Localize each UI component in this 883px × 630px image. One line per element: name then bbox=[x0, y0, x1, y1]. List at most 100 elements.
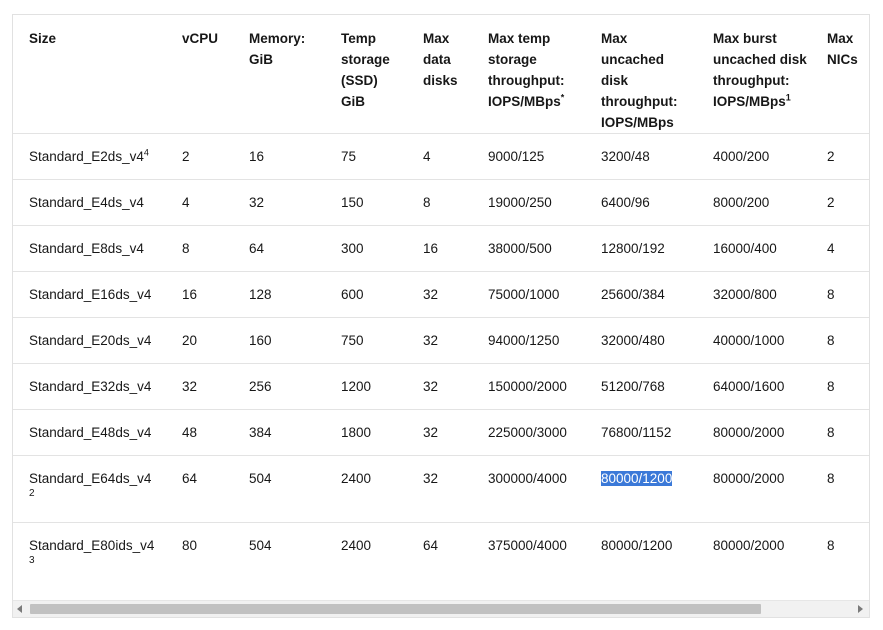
cell-burst-throughput: 4000/200 bbox=[713, 133, 827, 180]
cell-temp-throughput: 9000/125 bbox=[488, 133, 601, 180]
cell-vcpu: 16 bbox=[182, 271, 249, 318]
cell-size: Standard_E4ds_v4 bbox=[13, 179, 182, 226]
cell-uncached-throughput: 12800/192 bbox=[601, 225, 713, 272]
cell-temp-storage: 1200 bbox=[341, 363, 423, 410]
table-row: Standard_E64ds_v4 2 64 504 2400 32 300000… bbox=[13, 455, 869, 523]
cell-memory: 32 bbox=[249, 179, 341, 226]
cell-memory: 256 bbox=[249, 363, 341, 410]
header-temp-storage: Temp storage (SSD) GiB bbox=[341, 15, 423, 134]
table-header-row: Size vCPU Memory: GiB Temp storage (SSD)… bbox=[13, 15, 869, 134]
cell-max-data-disks: 8 bbox=[423, 179, 488, 226]
cell-burst-throughput: 80000/2000 bbox=[713, 409, 827, 456]
cell-temp-throughput: 94000/1250 bbox=[488, 317, 601, 364]
cell-size: Standard_E48ds_v4 bbox=[13, 409, 182, 456]
cell-temp-storage: 750 bbox=[341, 317, 423, 364]
cell-temp-storage: 600 bbox=[341, 271, 423, 318]
cell-burst-throughput: 16000/400 bbox=[713, 225, 827, 272]
cell-max-nics: 2 bbox=[827, 133, 869, 180]
cell-burst-throughput: 8000/200 bbox=[713, 179, 827, 226]
cell-burst-throughput: 80000/2000 bbox=[713, 455, 827, 523]
cell-temp-storage: 75 bbox=[341, 133, 423, 180]
cell-vcpu: 32 bbox=[182, 363, 249, 410]
cell-vcpu: 2 bbox=[182, 133, 249, 180]
cell-vcpu: 80 bbox=[182, 538, 198, 553]
cell-vcpu: 4 bbox=[182, 179, 249, 226]
cell-vcpu: 20 bbox=[182, 317, 249, 364]
footnote-marker: 3 bbox=[29, 555, 35, 566]
cell-temp-throughput: 375000/4000 bbox=[488, 538, 567, 553]
header-max-data-disks: Max data disks bbox=[423, 15, 488, 134]
table-row: Standard_E16ds_v4 16 128 600 32 75000/10… bbox=[13, 271, 869, 318]
cell-size: Standard_E80ids_v4 3 bbox=[13, 523, 182, 590]
cell-max-data-disks: 32 bbox=[423, 363, 488, 410]
cell-size: Standard_E8ds_v4 bbox=[13, 225, 182, 272]
cell-max-nics: 8 bbox=[827, 271, 869, 318]
cell-max-nics: 4 bbox=[827, 225, 869, 272]
cell-max-data-disks: 32 bbox=[423, 409, 488, 456]
cell-size: Standard_E20ds_v4 bbox=[13, 317, 182, 364]
horizontal-scrollbar[interactable] bbox=[13, 600, 869, 617]
cell-memory: 128 bbox=[249, 271, 341, 318]
cell-size: Standard_E32ds_v4 bbox=[13, 363, 182, 410]
cell-max-nics: 2 bbox=[827, 179, 869, 226]
cell-uncached-throughput: 76800/1152 bbox=[601, 409, 713, 456]
cell-memory: 16 bbox=[249, 133, 341, 180]
cell-temp-throughput: 300000/4000 bbox=[488, 455, 601, 523]
cell-vcpu: 64 bbox=[182, 455, 249, 523]
cell-uncached-throughput: 80000/1200 bbox=[601, 455, 713, 523]
header-memory: Memory: GiB bbox=[249, 15, 341, 134]
cell-temp-storage: 2400 bbox=[341, 538, 372, 553]
cell-temp-throughput: 19000/250 bbox=[488, 179, 601, 226]
footnote-marker: 4 bbox=[143, 147, 149, 158]
table-row: Standard_E8ds_v4 8 64 300 16 38000/500 1… bbox=[13, 225, 869, 272]
table-row: Standard_E20ds_v4 20 160 750 32 94000/12… bbox=[13, 317, 869, 364]
cell-uncached-throughput: 25600/384 bbox=[601, 271, 713, 318]
scroll-right-arrow-icon[interactable] bbox=[858, 605, 863, 613]
cell-max-data-disks: 64 bbox=[423, 538, 439, 553]
cell-temp-throughput: 38000/500 bbox=[488, 225, 601, 272]
cell-max-nics: 8 bbox=[827, 409, 869, 456]
table-row: Standard_E48ds_v4 48 384 1800 32 225000/… bbox=[13, 409, 869, 456]
cell-size: Standard_E16ds_v4 bbox=[13, 271, 182, 318]
cell-size: Standard_E2ds_v44 bbox=[13, 133, 182, 180]
cell-memory: 64 bbox=[249, 225, 341, 272]
scrollbar-thumb[interactable] bbox=[30, 604, 761, 614]
cell-temp-throughput: 150000/2000 bbox=[488, 363, 601, 410]
table-row: Standard_E2ds_v44 2 16 75 4 9000/125 320… bbox=[13, 133, 869, 180]
cell-burst-throughput: 40000/1000 bbox=[713, 317, 827, 364]
cell-vcpu: 8 bbox=[182, 225, 249, 272]
cell-temp-storage: 2400 bbox=[341, 455, 423, 523]
cell-max-nics: 8 bbox=[827, 317, 869, 364]
footnote-marker: * bbox=[560, 92, 565, 103]
header-max-uncached-throughput: Max uncached disk throughput: IOPS/MBps bbox=[601, 15, 713, 134]
cell-temp-storage: 300 bbox=[341, 225, 423, 272]
cell-max-data-disks: 4 bbox=[423, 133, 488, 180]
header-max-nics: Max NICs bbox=[827, 15, 869, 134]
vm-sizes-table-container: Size vCPU Memory: GiB Temp storage (SSD)… bbox=[12, 14, 870, 618]
cell-memory: 160 bbox=[249, 317, 341, 364]
cell-uncached-throughput: 80000/1200 bbox=[601, 538, 673, 553]
scroll-left-arrow-icon[interactable] bbox=[17, 605, 22, 613]
cell-temp-throughput: 75000/1000 bbox=[488, 271, 601, 318]
header-max-temp-throughput: Max temp storage throughput: IOPS/MBps* bbox=[488, 15, 601, 134]
cell-uncached-throughput: 32000/480 bbox=[601, 317, 713, 364]
footnote-marker: 1 bbox=[785, 92, 791, 103]
table-row: Standard_E4ds_v4 4 32 150 8 19000/250 64… bbox=[13, 179, 869, 226]
header-max-burst-throughput: Max burst uncached disk throughput: IOPS… bbox=[713, 15, 827, 134]
cell-temp-throughput: 225000/3000 bbox=[488, 409, 601, 456]
selected-text[interactable]: 80000/1200 bbox=[601, 471, 673, 486]
cell-uncached-throughput: 51200/768 bbox=[601, 363, 713, 410]
cell-max-nics: 8 bbox=[827, 538, 835, 553]
cell-memory: 504 bbox=[249, 455, 341, 523]
cell-size: Standard_E64ds_v4 2 bbox=[13, 455, 182, 523]
cell-temp-storage: 1800 bbox=[341, 409, 423, 456]
cell-burst-throughput: 32000/800 bbox=[713, 271, 827, 318]
cell-burst-throughput: 80000/2000 bbox=[713, 538, 785, 553]
cell-uncached-throughput: 3200/48 bbox=[601, 133, 713, 180]
cell-uncached-throughput: 6400/96 bbox=[601, 179, 713, 226]
header-vcpu: vCPU bbox=[182, 15, 249, 134]
cell-memory: 504 bbox=[249, 538, 272, 553]
cell-vcpu: 48 bbox=[182, 409, 249, 456]
footnote-marker: 2 bbox=[29, 488, 35, 499]
cell-max-data-disks: 32 bbox=[423, 271, 488, 318]
